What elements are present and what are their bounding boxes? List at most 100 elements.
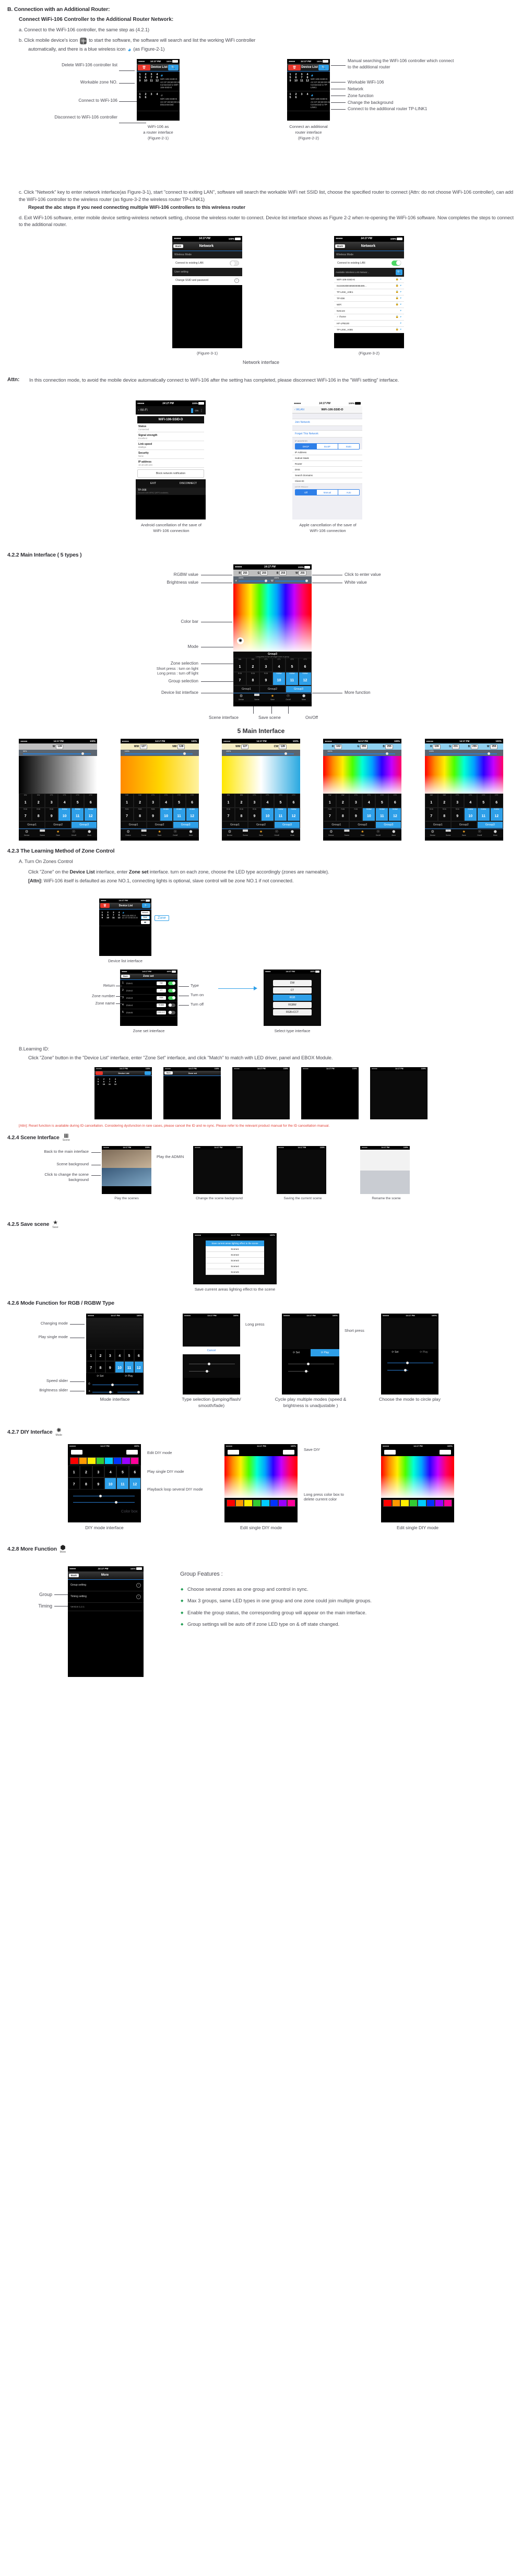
segment-option[interactable]: Static [338, 444, 359, 450]
zone-cell[interactable]: DW 2 [234, 794, 248, 808]
value-group[interactable]: G 231 [449, 744, 459, 749]
zone-row-toggle[interactable] [168, 988, 175, 992]
connect-lan-toggle[interactable] [230, 260, 239, 266]
diy-color-cell[interactable] [252, 1499, 261, 1507]
zone-row-name[interactable]: Zone2 [124, 989, 157, 992]
zone-cell[interactable]: 6 [128, 1465, 141, 1478]
zone-set-row[interactable]: 2 Zone2 CT [120, 987, 177, 995]
ssid-row[interactable]: HF-LPB100 ◕ [334, 320, 404, 327]
zone-cell[interactable]: RGB 7 [120, 807, 134, 822]
tab-save[interactable]: ★ Save [354, 829, 370, 837]
diy-color-cell[interactable] [392, 1499, 400, 1507]
diy-color-cell[interactable] [409, 1499, 418, 1507]
group-cell[interactable]: Group2 [259, 686, 286, 693]
group-cell[interactable]: Group2 [349, 821, 376, 829]
brightness-slider-knob[interactable] [265, 580, 267, 583]
more-setting-row[interactable]: Group setting › [68, 1580, 144, 1591]
tab-device[interactable]: ⚙ Device [323, 829, 339, 837]
value-group[interactable]: WW 127 [134, 744, 147, 749]
proxy-segmented-control[interactable]: Off Manual Auto [295, 489, 360, 496]
zone-cell[interactable]: RGB 7 [221, 807, 235, 822]
zone-row-toggle[interactable] [168, 996, 175, 1000]
zone-cell[interactable]: CT1 4 [464, 794, 477, 808]
tab-device[interactable]: ⚙ Device [233, 693, 249, 702]
delete-button[interactable] [96, 1071, 103, 1075]
zone-cell[interactable]: CT2 5 [71, 794, 85, 808]
zone-row-toggle[interactable] [168, 1003, 175, 1007]
diy-color-strip[interactable] [227, 1499, 295, 1507]
diy-color-cell[interactable] [227, 1499, 235, 1507]
connect-lan-toggle[interactable] [392, 260, 401, 266]
zone-cell[interactable]: 9 [92, 1477, 104, 1490]
zone-cell[interactable]: 8 [96, 1361, 105, 1373]
back-button[interactable]: Back [121, 975, 130, 978]
zone-grid[interactable]: DW 1 DW 2 CT1 3 CT1 4 CT2 5 CT2 6 RGB 7 RGB 8 RGB 9 RGBW 10… [120, 794, 199, 822]
set-play-row[interactable]: ⟳ Set ⟳ Play [282, 1349, 339, 1356]
zone-cell[interactable]: 7 [68, 1477, 80, 1490]
value-box[interactable]: 255 [490, 744, 498, 749]
zone-cell[interactable]: 11 [116, 1477, 129, 1490]
diy-color-cell[interactable] [426, 1499, 435, 1507]
select-type-list[interactable]: DW CT RGB RGBW RGB+CCT [264, 973, 321, 1026]
zone-cell[interactable]: CT1 3 [450, 794, 464, 808]
save-button[interactable] [283, 1449, 294, 1455]
color-bar[interactable] [221, 756, 300, 794]
set-play-row[interactable]: ⟳ Set ⟳ Play [86, 1373, 144, 1379]
brightness-slider-knob[interactable] [206, 1369, 208, 1373]
diy-color-cell[interactable] [261, 1499, 270, 1507]
save-button[interactable] [440, 1449, 451, 1455]
value-box[interactable]: 255 [279, 571, 287, 576]
zone-cell[interactable]: DW 2 [133, 794, 147, 808]
connect-lan-row[interactable]: Connect to existing LAN [172, 258, 242, 268]
brightness-slider-knob[interactable] [284, 752, 287, 755]
change-ssid-row[interactable]: Change SSID and password › [172, 276, 242, 285]
zone-cell[interactable]: 3 [105, 1349, 115, 1361]
search-button[interactable]: 🔍 [142, 903, 150, 908]
tab-more[interactable]: ⬢ More [284, 829, 300, 837]
apple-field-row[interactable]: Search Domains [292, 472, 362, 479]
group-grid[interactable]: Group1 Group2 Group3 [323, 821, 402, 829]
speed-slider-knob[interactable] [208, 1362, 210, 1365]
zone-cell[interactable]: 10 [115, 1361, 125, 1373]
scene-item[interactable]: Scene4 [206, 1263, 264, 1270]
zone-cell[interactable]: 5 [124, 1349, 134, 1361]
segment-option[interactable]: Off [295, 490, 317, 495]
zone-cell[interactable]: RGBW 10 [362, 807, 376, 822]
zone-cell[interactable]: DW 1 [233, 658, 246, 672]
value-box[interactable]: 255 [260, 571, 268, 576]
mode-icon[interactable]: ✺ [237, 637, 244, 645]
device-row[interactable]: 1234 56 ◕ WiFi-106-SSID-E AC:CF:23:5D:D0… [287, 91, 330, 112]
group-cell[interactable]: Group2 [247, 821, 274, 829]
cancel-button[interactable]: Cancel [183, 1346, 240, 1354]
diy-color-cell[interactable] [122, 1457, 130, 1464]
zone-cell[interactable]: RGBW 10 [260, 807, 274, 822]
speed-slider-knob[interactable] [111, 1383, 114, 1386]
value-group[interactable]: CW 128 [274, 744, 287, 749]
diy-color-cell[interactable] [78, 1457, 87, 1464]
zone-cell[interactable]: CT1 3 [146, 794, 160, 808]
diy-color-cell[interactable] [104, 1457, 113, 1464]
scene-item[interactable]: Scene2 [206, 1252, 264, 1258]
zone-cell[interactable]: RGB 8 [32, 807, 45, 822]
zone-cell[interactable]: CT1 3 [349, 794, 363, 808]
zone-cell[interactable]: CT1 4 [58, 794, 72, 808]
zone-cell[interactable]: RGBW 12 [299, 671, 312, 686]
ssid-row[interactable]: WiFi 🔒 ◕ [334, 301, 404, 308]
zone-cell[interactable]: CT2 6 [490, 794, 503, 808]
zone-cell[interactable]: DW 1 [424, 794, 438, 808]
back-button[interactable]: Back [164, 1071, 173, 1075]
value-box[interactable]: 255 [241, 571, 249, 576]
group-cell[interactable]: Group1 [19, 821, 45, 829]
rgbw-value-bar[interactable]: R 255 G 255 B 255 W 255 [233, 570, 312, 577]
play-button[interactable]: ⟳ Play [125, 1375, 133, 1378]
diy-color-cell[interactable] [87, 1457, 96, 1464]
zone-cell[interactable]: RGBW 12 [490, 807, 503, 822]
ssid-row[interactable]: Netcore ◕ [334, 308, 404, 314]
zone-cell[interactable]: CT2 5 [375, 794, 389, 808]
brightness-slider-knob[interactable] [109, 1390, 112, 1393]
ssid-row[interactable]: ✓ /home 🔒 ◕ [334, 314, 404, 321]
color-bar[interactable] [381, 1456, 454, 1498]
zone-row-type[interactable]: RGB+CCT [157, 1010, 166, 1014]
tab-bar[interactable]: ⚙ Device ▀▀ Scene ★ Save ☉ On/off ⬢ More [424, 829, 503, 838]
back-button[interactable] [384, 1449, 396, 1455]
